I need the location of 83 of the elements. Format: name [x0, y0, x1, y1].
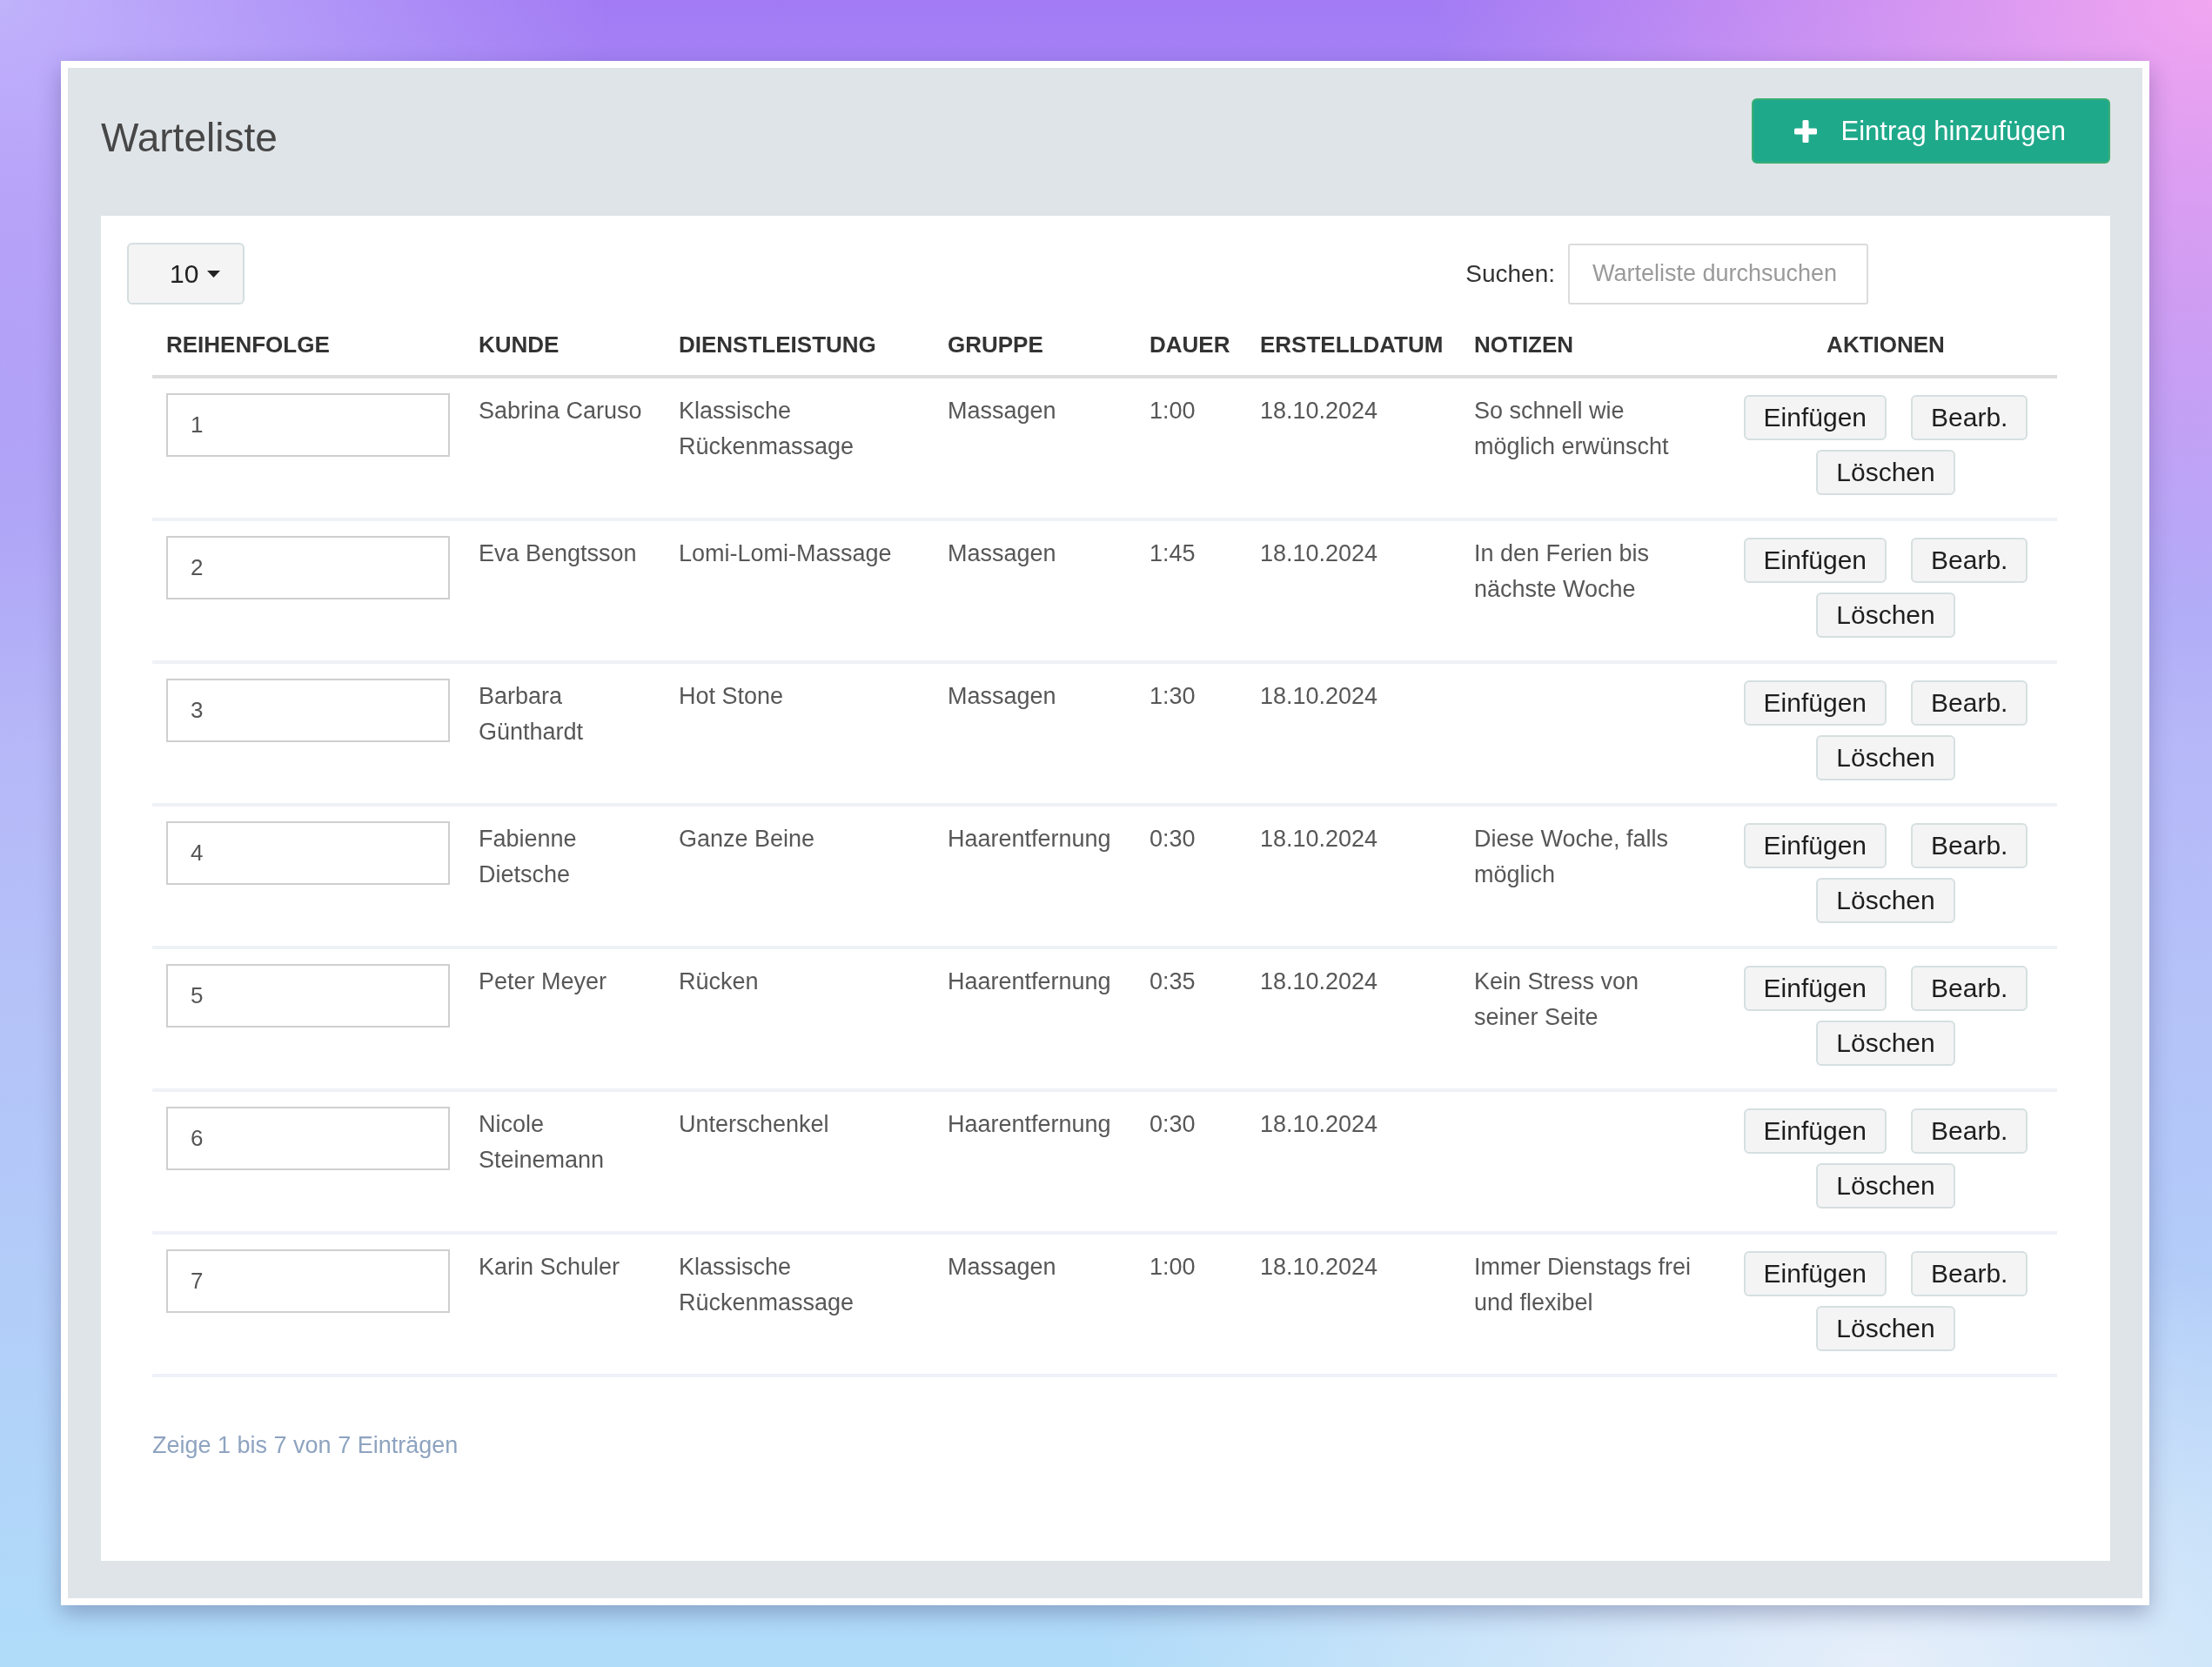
delete-button[interactable]: Löschen: [1816, 1306, 1955, 1351]
delete-button[interactable]: Löschen: [1816, 735, 1955, 780]
customer-name: Eva Bengtsson: [479, 539, 637, 568]
order-input[interactable]: 4: [166, 821, 450, 885]
notes-text: Immer Dienstags frei und flexibel: [1474, 1253, 1693, 1317]
created-date: 18.10.2024: [1260, 682, 1378, 711]
column-header: DIENSTLEISTUNG: [679, 331, 876, 358]
insert-button[interactable]: Einfügen: [1743, 538, 1887, 583]
delete-button[interactable]: Löschen: [1816, 450, 1955, 495]
order-input[interactable]: 2: [166, 536, 450, 599]
column-header: NOTIZEN: [1474, 331, 1574, 358]
notes-text: Diese Woche, falls möglich: [1474, 825, 1670, 889]
service-name: Rücken: [679, 967, 759, 996]
insert-button[interactable]: Einfügen: [1743, 680, 1887, 726]
edit-button[interactable]: Bearb.: [1911, 966, 2028, 1011]
order-input[interactable]: 6: [166, 1107, 450, 1170]
duration-text: 1:45: [1150, 539, 1196, 568]
service-name: Unterschenkel: [679, 1110, 829, 1139]
service-name: Ganze Beine: [679, 825, 815, 854]
created-date: 18.10.2024: [1260, 539, 1378, 568]
column-header: AKTIONEN: [1827, 331, 1945, 358]
edit-button[interactable]: Bearb.: [1911, 1108, 2028, 1154]
duration-text: 0:35: [1150, 967, 1196, 996]
service-name: Hot Stone: [679, 682, 784, 711]
created-date: 18.10.2024: [1260, 967, 1378, 996]
order-input[interactable]: 3: [166, 679, 450, 742]
customer-name: Karin Schuler: [479, 1253, 620, 1282]
created-date: 18.10.2024: [1260, 397, 1378, 425]
table-info-text: Zeige 1 bis 7 von 7 Einträgen: [152, 1431, 459, 1460]
column-header: DAUER: [1150, 331, 1230, 358]
service-name: Lomi-Lomi-Massage: [679, 539, 892, 568]
duration-text: 1:30: [1150, 682, 1196, 711]
insert-button[interactable]: Einfügen: [1743, 966, 1887, 1011]
search-field[interactable]: Warteliste durchsuchen: [1568, 243, 1868, 305]
service-name: Klassische Rückenmassage: [679, 1253, 855, 1317]
plus-icon: [1794, 119, 1818, 143]
group-name: Massagen: [948, 682, 1056, 711]
customer-name: Sabrina Caruso: [479, 397, 642, 425]
created-date: 18.10.2024: [1260, 1110, 1378, 1139]
search-label: Suchen:: [1465, 259, 1555, 288]
notes-text: So schnell wie möglich erwünscht: [1474, 397, 1670, 461]
duration-text: 0:30: [1150, 825, 1196, 854]
column-header: KUNDE: [479, 331, 560, 358]
insert-button[interactable]: Einfügen: [1743, 1108, 1887, 1154]
delete-button[interactable]: Löschen: [1816, 592, 1955, 638]
duration-text: 1:00: [1150, 397, 1196, 425]
edit-button[interactable]: Bearb.: [1911, 1251, 2028, 1296]
customer-name: Nicole Steinemann: [479, 1110, 606, 1175]
insert-button[interactable]: Einfügen: [1743, 395, 1887, 440]
column-header: REIHENFOLGE: [166, 331, 330, 358]
customer-name: Peter Meyer: [479, 967, 607, 996]
order-input[interactable]: 1: [166, 393, 450, 457]
delete-button[interactable]: Löschen: [1816, 1163, 1955, 1208]
caret-icon: [207, 270, 221, 278]
column-header: GRUPPE: [948, 331, 1043, 358]
insert-button[interactable]: Einfügen: [1743, 823, 1887, 868]
group-name: Massagen: [948, 397, 1056, 425]
customer-name: Barbara Günthardt: [479, 682, 585, 746]
delete-button[interactable]: Löschen: [1816, 878, 1955, 923]
created-date: 18.10.2024: [1260, 825, 1378, 854]
delete-button[interactable]: Löschen: [1816, 1021, 1955, 1066]
group-name: Massagen: [948, 539, 1056, 568]
group-name: Haarentfernung: [948, 1110, 1111, 1139]
edit-button[interactable]: Bearb.: [1911, 395, 2028, 440]
created-date: 18.10.2024: [1260, 1253, 1378, 1282]
duration-text: 0:30: [1150, 1110, 1196, 1139]
edit-button[interactable]: Bearb.: [1911, 823, 2028, 868]
duration-text: 1:00: [1150, 1253, 1196, 1282]
edit-button[interactable]: Bearb.: [1911, 680, 2028, 726]
notes-text: In den Ferien bis nächste Woche: [1474, 539, 1651, 604]
group-name: Haarentfernung: [948, 825, 1111, 854]
group-name: Massagen: [948, 1253, 1056, 1282]
insert-button[interactable]: Einfügen: [1743, 1251, 1887, 1296]
service-name: Klassische Rückenmassage: [679, 397, 855, 461]
page-size-dropdown[interactable]: 10: [127, 243, 245, 305]
group-name: Haarentfernung: [948, 967, 1111, 996]
page-title: Warteliste: [101, 113, 278, 161]
customer-name: Fabienne Dietsche: [479, 825, 578, 889]
edit-button[interactable]: Bearb.: [1911, 538, 2028, 583]
order-input[interactable]: 5: [166, 964, 450, 1028]
column-header: ERSTELLDATUM: [1260, 331, 1444, 358]
notes-text: Kein Stress von seiner Seite: [1474, 967, 1640, 1032]
order-input[interactable]: 7: [166, 1249, 450, 1313]
